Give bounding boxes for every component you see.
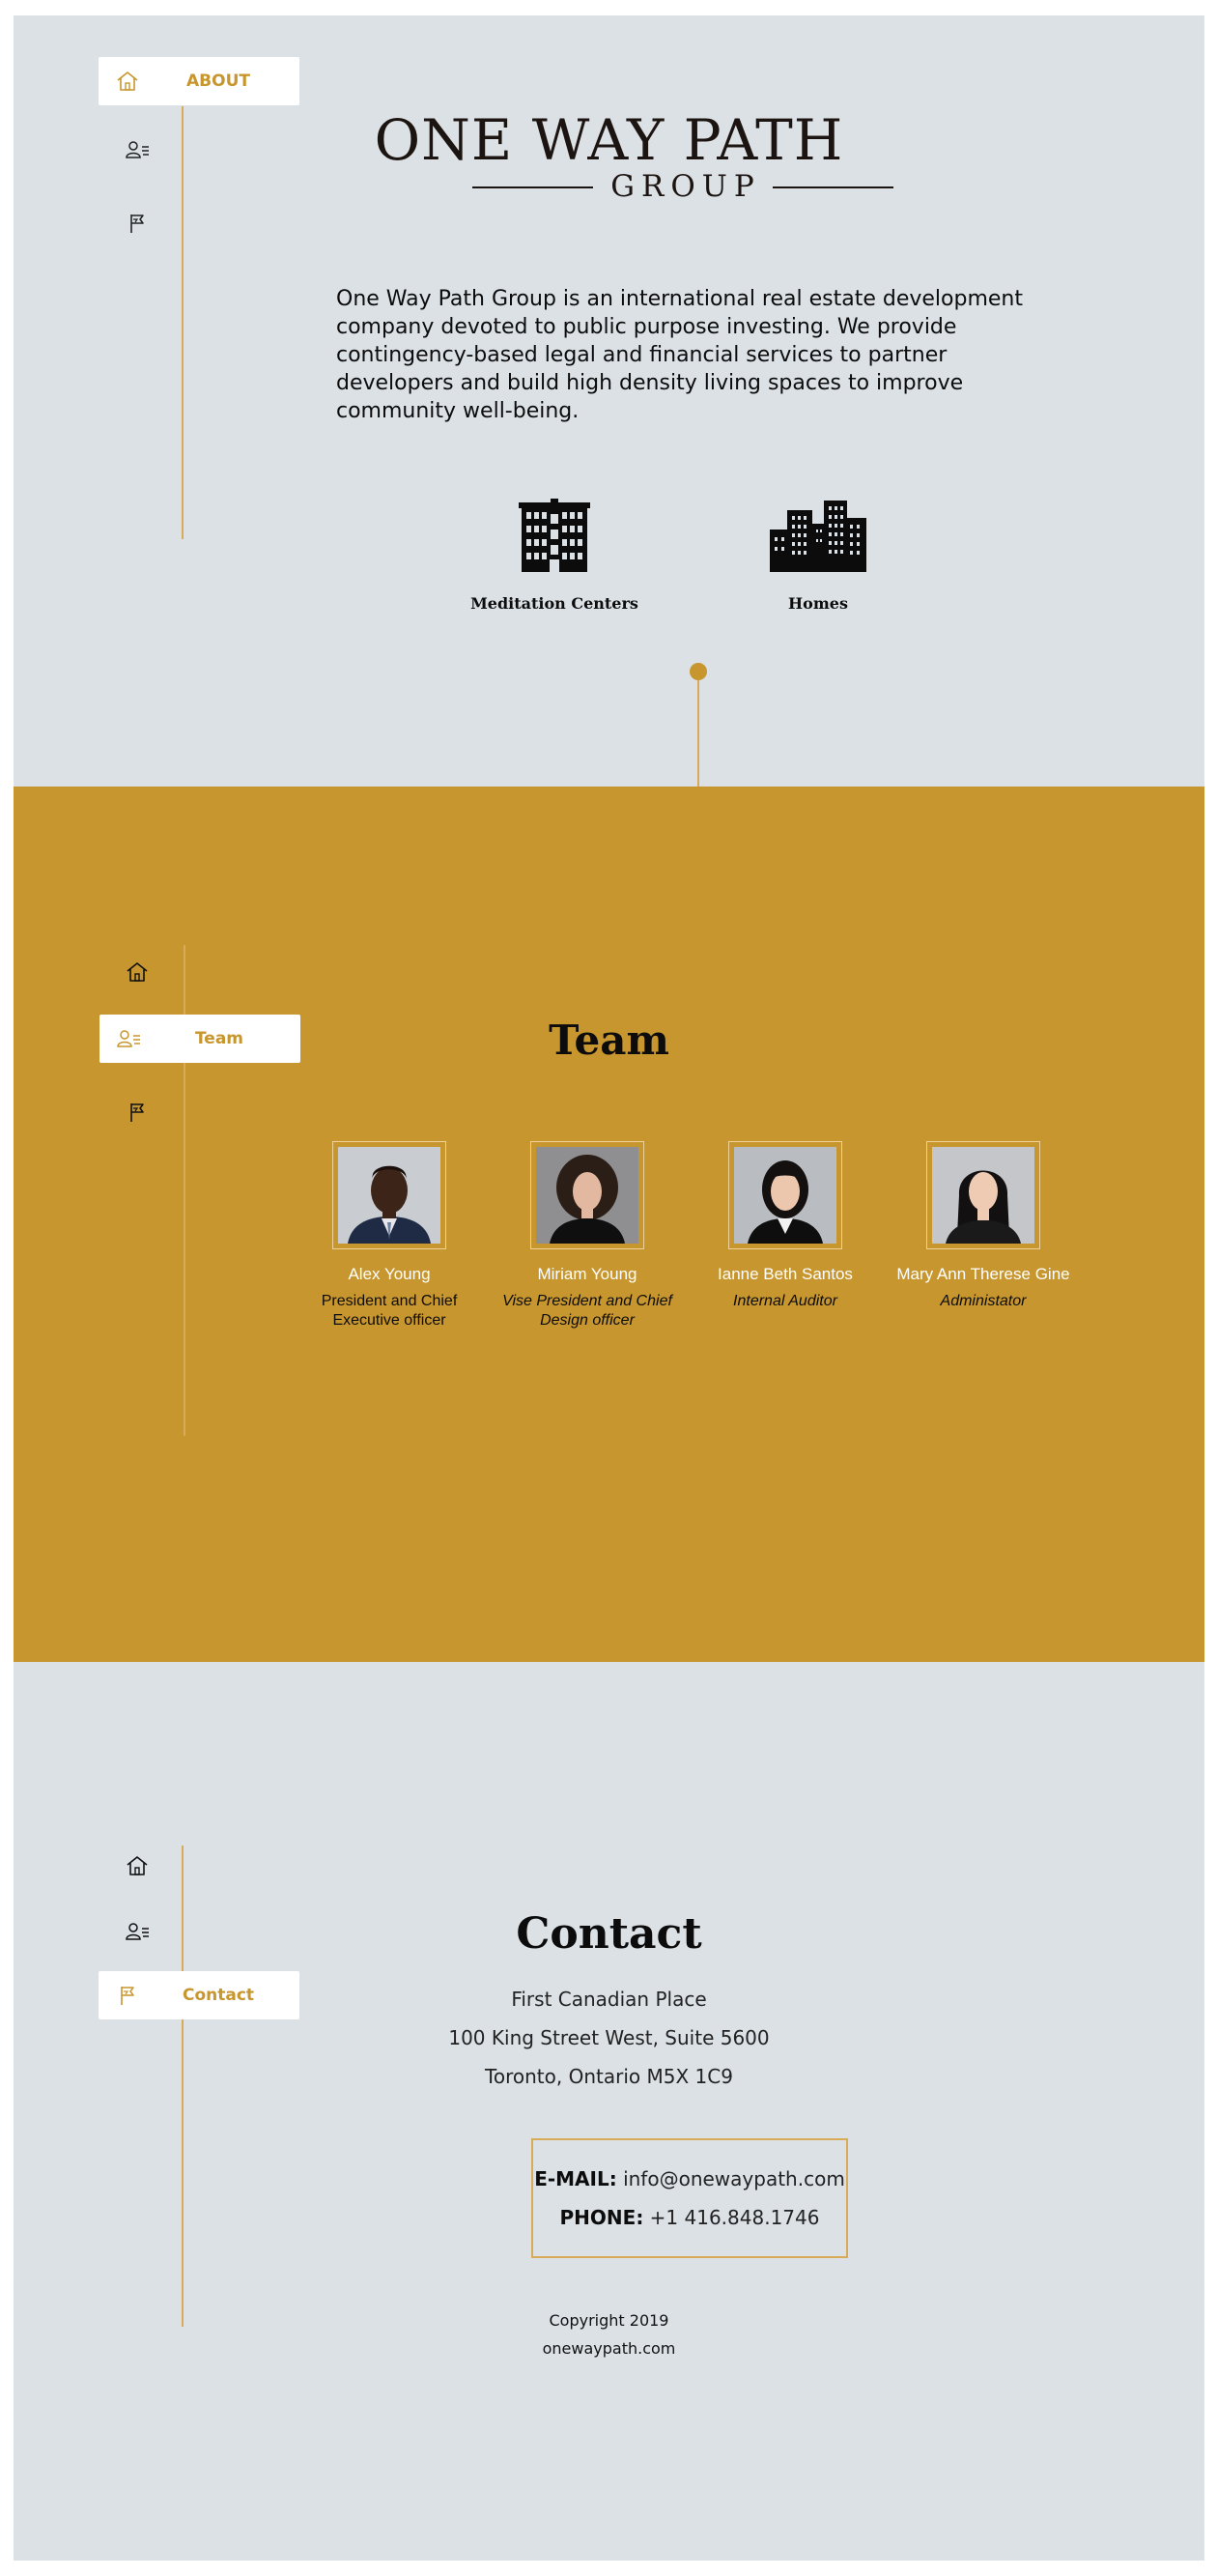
member-photo	[332, 1141, 446, 1249]
address-line: 100 King Street West, Suite 5600	[448, 2026, 770, 2049]
nav-home-button[interactable]	[118, 1851, 156, 1880]
service-meditation-centers: Meditation Centers	[458, 499, 651, 613]
about-nav-line	[182, 106, 184, 539]
section-divider-dot	[690, 663, 707, 680]
member-name: Mary Ann Therese Gine	[896, 1265, 1070, 1283]
logo-group-word: GROUP	[610, 169, 761, 204]
nav-contact-button[interactable]	[118, 209, 156, 238]
city-buildings-icon	[770, 501, 866, 572]
email-link[interactable]: info@onewaypath.com	[623, 2167, 845, 2190]
team-title: Team	[549, 1016, 669, 1064]
phone-link[interactable]: +1 416.848.1746	[650, 2206, 820, 2229]
member-photo	[926, 1141, 1040, 1249]
flag-icon	[130, 215, 144, 233]
phone-row: PHONE: +1 416.848.1746	[533, 2206, 846, 2229]
home-icon	[99, 70, 156, 93]
home-icon	[127, 962, 148, 982]
member-role: Vise President and Chief Design officer	[502, 1293, 672, 1329]
website-link[interactable]: onewaypath.com	[14, 2339, 1204, 2358]
address-line: Toronto, Ontario M5X 1C9	[485, 2065, 733, 2088]
team-member: Mary Ann Therese Gine Administator	[896, 1141, 1070, 1311]
logo-rule-left	[472, 186, 594, 188]
nav-home-button[interactable]	[118, 958, 156, 987]
member-role: Administator	[940, 1293, 1027, 1309]
team-member: Miriam Young Vise President and Chief De…	[500, 1141, 674, 1331]
flag-icon	[130, 1103, 144, 1122]
service-label: Meditation Centers	[470, 594, 638, 613]
copyright-text: Copyright 2019	[549, 2311, 669, 2330]
team-member: Alex Young President and Chief Executive…	[302, 1141, 476, 1331]
contact-title: Contact	[516, 1909, 702, 1959]
nav-contact-button[interactable]	[118, 1098, 156, 1127]
email-row: E-MAIL: info@onewaypath.com	[533, 2167, 846, 2190]
nav-about-active[interactable]: ABOUT	[99, 57, 299, 105]
team-member: Ianne Beth Santos Internal Auditor	[698, 1141, 872, 1311]
member-name: Ianne Beth Santos	[718, 1265, 853, 1283]
member-name: Alex Young	[348, 1265, 431, 1283]
member-name: Miriam Young	[537, 1265, 637, 1283]
contact-section	[14, 1662, 1204, 2561]
member-photo	[728, 1141, 842, 1249]
nav-about-label: ABOUT	[186, 72, 250, 91]
logo-title: ONE WAY PATH	[374, 107, 844, 173]
home-icon	[127, 1856, 148, 1875]
member-role: President and Chief Executive officer	[321, 1293, 458, 1329]
page-frame: ABOUT ONE WAY PATH GROUP One Way Path Gr…	[14, 15, 1204, 2561]
email-label: E-MAIL:	[534, 2167, 617, 2190]
section-divider-line	[697, 680, 699, 787]
service-homes: Homes	[722, 499, 915, 613]
logo-rule-right	[772, 186, 894, 188]
member-role: Internal Auditor	[733, 1293, 837, 1309]
member-photo	[530, 1141, 644, 1249]
logo-subtitle: GROUP	[472, 169, 894, 204]
contact-box: E-MAIL: info@onewaypath.com PHONE: +1 41…	[531, 2138, 848, 2258]
building-icon	[519, 499, 590, 572]
about-description: One Way Path Group is an international r…	[336, 287, 1024, 423]
service-label: Homes	[788, 594, 848, 613]
address-line: First Canadian Place	[511, 1988, 707, 2011]
phone-label: PHONE:	[559, 2206, 644, 2229]
